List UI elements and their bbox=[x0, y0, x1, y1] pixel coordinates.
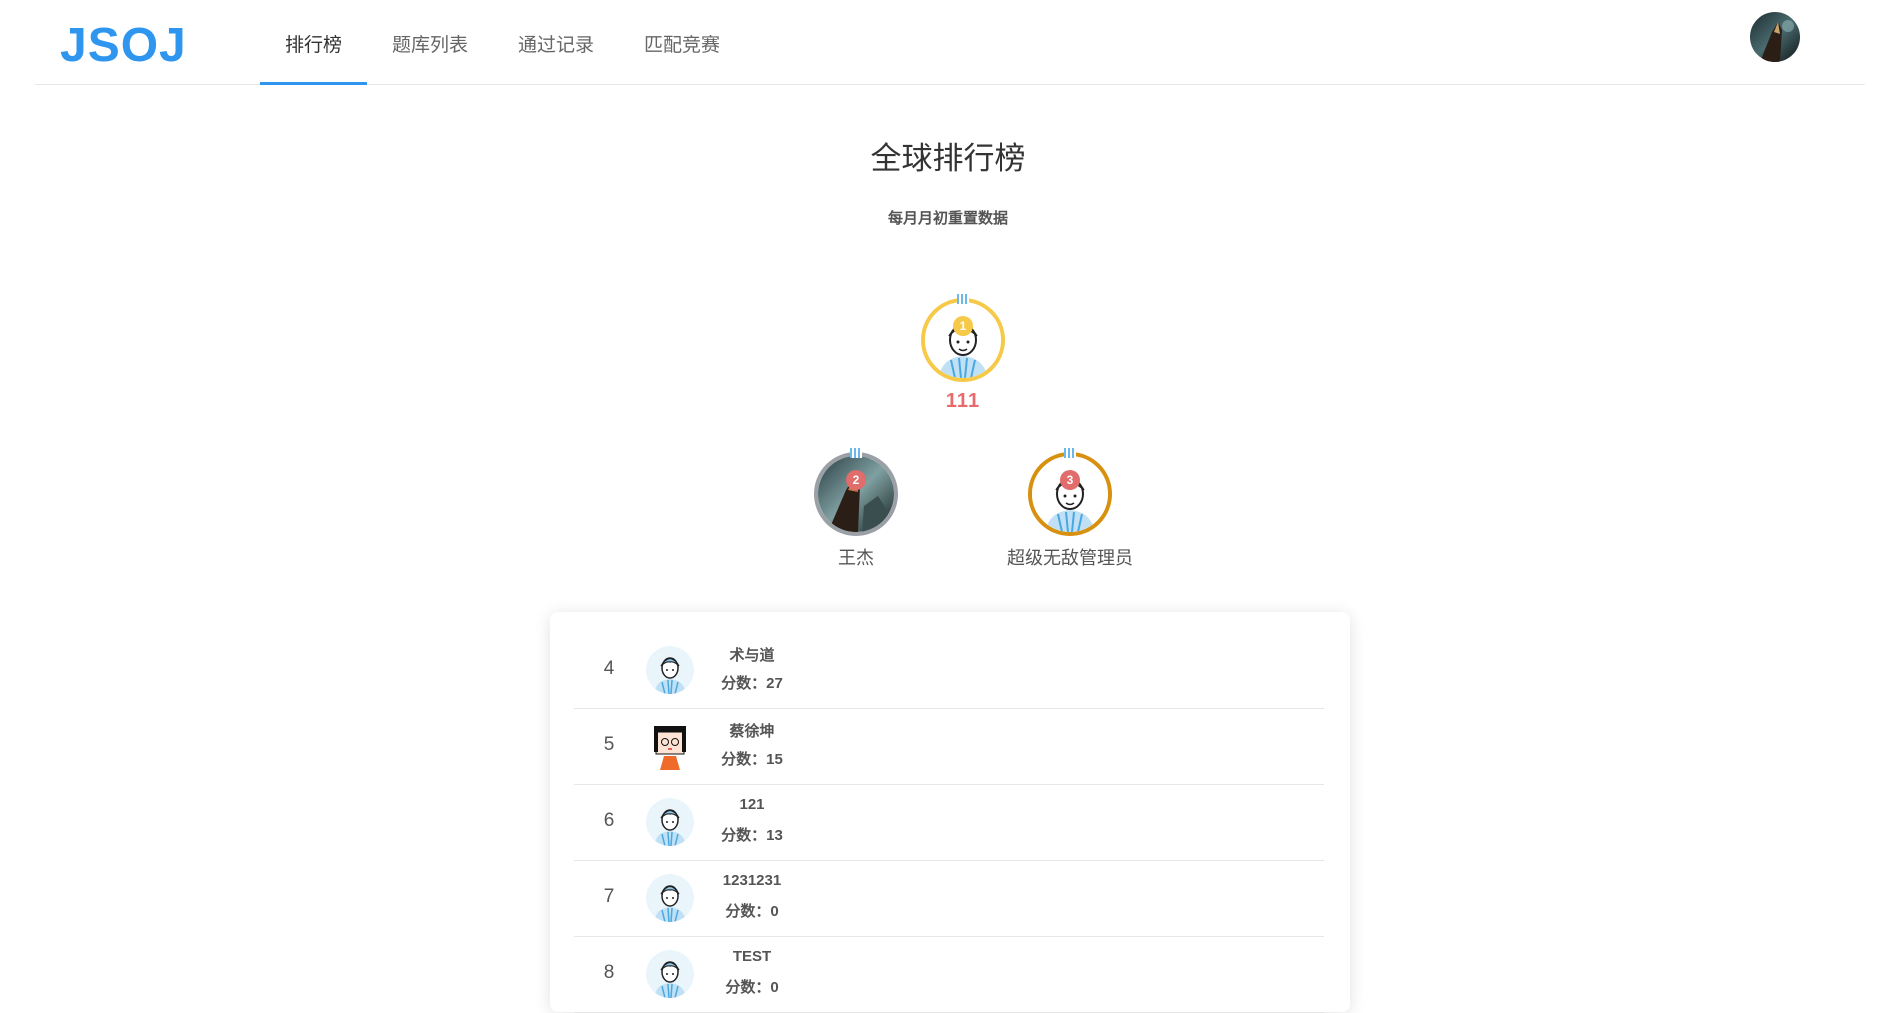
podium-first[interactable]: 1 111 bbox=[893, 294, 1033, 413]
podium-second[interactable]: 2 王杰 bbox=[786, 448, 926, 570]
rank-number: 6 bbox=[603, 810, 615, 831]
user-name: 1231231 bbox=[722, 872, 782, 889]
nav-tab-match-contest[interactable]: 匹配竞赛 bbox=[619, 0, 745, 84]
user-name: TEST bbox=[732, 948, 772, 965]
girl-avatar-icon[interactable] bbox=[646, 722, 694, 770]
gold-medal-icon: 1 bbox=[953, 316, 973, 336]
ranking-row[interactable]: 5 蔡徐坤 分数：15 bbox=[574, 708, 1324, 785]
rank-number: 7 bbox=[603, 886, 615, 907]
medal-ribbon-icon bbox=[1064, 448, 1076, 458]
cartoon-avatar-icon[interactable] bbox=[646, 874, 694, 922]
first-avatar[interactable] bbox=[921, 298, 1005, 382]
nav-tab-problem-list[interactable]: 题库列表 bbox=[367, 0, 493, 84]
user-avatar[interactable] bbox=[1750, 12, 1800, 62]
cartoon-avatar-icon[interactable] bbox=[646, 950, 694, 998]
main-nav: 排行榜 题库列表 通过记录 匹配竞赛 bbox=[260, 0, 745, 85]
ranking-list: 4 术与道 分数：27 5 蔡徐坤 分数：15 6 121 分数：13 7 12… bbox=[550, 612, 1350, 1013]
user-score: 分数：13 bbox=[721, 827, 783, 844]
rank-number: 8 bbox=[603, 962, 615, 983]
ranking-row[interactable]: 4 术与道 分数：27 bbox=[574, 632, 1324, 709]
app-logo[interactable]: JSOJ bbox=[60, 18, 187, 74]
ranking-row[interactable]: 7 1231231 分数：0 bbox=[574, 860, 1324, 937]
second-label: 王杰 bbox=[838, 548, 874, 568]
third-label: 超级无敌管理员 bbox=[1007, 548, 1133, 568]
medal-ribbon-icon bbox=[850, 448, 862, 458]
user-name: 术与道 bbox=[729, 647, 775, 664]
top-header: JSOJ 排行榜 题库列表 通过记录 匹配竞赛 bbox=[35, 0, 1865, 85]
user-score: 分数：15 bbox=[721, 751, 783, 768]
user-score: 分数：27 bbox=[721, 675, 783, 692]
podium-third[interactable]: 3 超级无敌管理员 bbox=[1000, 448, 1140, 570]
rank-number: 4 bbox=[603, 658, 615, 679]
medal-ribbon-icon bbox=[957, 294, 969, 304]
nav-tab-accepted-records[interactable]: 通过记录 bbox=[493, 0, 619, 84]
bronze-medal-icon: 3 bbox=[1060, 470, 1080, 490]
user-score: 分数：0 bbox=[725, 979, 779, 996]
ranking-row[interactable]: 8 TEST 分数：0 bbox=[574, 936, 1324, 1013]
user-score: 分数：0 bbox=[725, 903, 779, 920]
nav-tab-leaderboard[interactable]: 排行榜 bbox=[260, 0, 368, 85]
first-label: 111 bbox=[945, 390, 981, 412]
page-subtitle: 每月月初重置数据 bbox=[887, 210, 1008, 227]
user-name: 121 bbox=[739, 796, 765, 813]
cartoon-avatar-icon[interactable] bbox=[646, 798, 694, 846]
silver-medal-icon: 2 bbox=[846, 470, 866, 490]
user-name: 蔡徐坤 bbox=[729, 723, 775, 740]
third-avatar[interactable] bbox=[1028, 452, 1112, 536]
ranking-row[interactable]: 6 121 分数：13 bbox=[574, 784, 1324, 861]
cartoon-avatar-icon[interactable] bbox=[646, 646, 694, 694]
second-avatar[interactable] bbox=[814, 452, 898, 536]
page-title: 全球排行榜 bbox=[870, 141, 1026, 176]
rank-number: 5 bbox=[603, 734, 615, 755]
